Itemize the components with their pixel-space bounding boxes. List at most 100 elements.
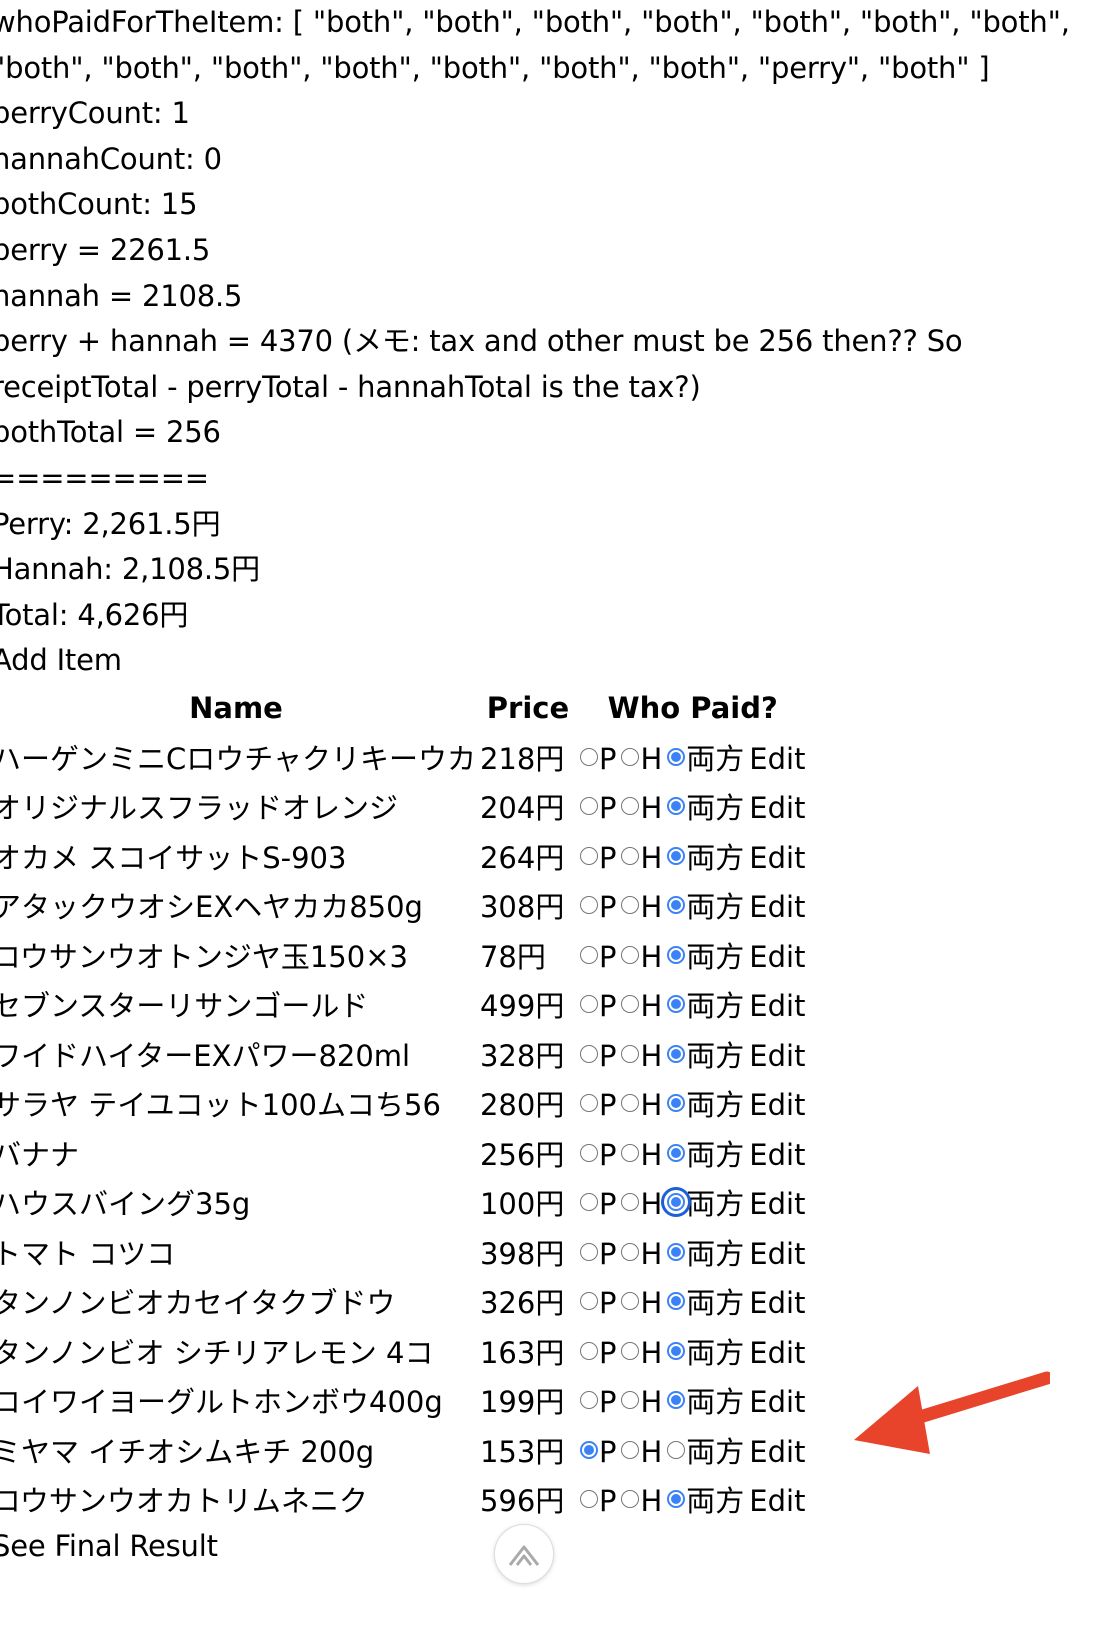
price-column-header: Price [486, 690, 570, 725]
radio-hannah[interactable] [621, 945, 640, 964]
radio-hannah[interactable] [621, 1440, 640, 1459]
radio-label-hannah: H [640, 1434, 663, 1469]
radio-perry[interactable] [579, 896, 598, 915]
radio-label-hannah: H [640, 989, 663, 1024]
summary-total: Total: 4,626円 [0, 597, 189, 632]
edit-button[interactable]: Edit [749, 989, 805, 1023]
radio-both[interactable] [667, 945, 686, 964]
radio-both[interactable] [667, 1044, 686, 1063]
radio-both[interactable] [667, 747, 686, 766]
radio-hannah[interactable] [621, 797, 640, 816]
radio-label-hannah: H [640, 1187, 663, 1222]
radio-perry[interactable] [579, 1143, 598, 1162]
radio-perry[interactable] [579, 1490, 598, 1509]
radio-both[interactable] [667, 1341, 686, 1360]
edit-button[interactable]: Edit [749, 1187, 805, 1221]
add-item-button[interactable]: Add Item [0, 638, 1102, 684]
item-name: セブンスターリサンゴールド [0, 989, 369, 1024]
radio-both[interactable] [667, 995, 686, 1014]
edit-button[interactable]: Edit [749, 1088, 805, 1122]
radio-both[interactable] [667, 1490, 686, 1509]
radio-both[interactable] [667, 1391, 686, 1410]
radio-hannah[interactable] [621, 1094, 640, 1113]
debug-separator: ========= [0, 460, 209, 495]
radio-both[interactable] [667, 896, 686, 915]
radio-label-both: 両方 [686, 840, 745, 875]
radio-both[interactable] [667, 1193, 686, 1212]
debug-who-paid-line-1: whoPaidForTheItem: [ "both", "both", "bo… [0, 5, 1070, 39]
edit-button[interactable]: Edit [749, 1237, 805, 1271]
radio-both[interactable] [667, 846, 686, 865]
radio-hannah[interactable] [621, 995, 640, 1014]
radio-perry[interactable] [579, 945, 598, 964]
edit-button[interactable]: Edit [749, 791, 805, 825]
radio-perry[interactable] [579, 747, 598, 766]
radio-perry[interactable] [579, 1391, 598, 1410]
radio-label-hannah: H [640, 791, 663, 826]
radio-hannah[interactable] [621, 846, 640, 865]
radio-hannah[interactable] [621, 747, 640, 766]
radio-label-both: 両方 [686, 1434, 745, 1469]
edit-button[interactable]: Edit [749, 940, 805, 974]
table-header-row: Name Price Who Paid? [0, 684, 809, 732]
item-price: 499円 [479, 989, 565, 1024]
item-name: オリジナルスフラッドオレンジ [0, 791, 399, 826]
radio-label-both: 両方 [686, 1286, 745, 1321]
edit-button[interactable]: Edit [749, 1039, 805, 1073]
radio-both[interactable] [667, 1440, 686, 1459]
edit-button[interactable]: Edit [749, 1336, 805, 1370]
radio-hannah[interactable] [621, 1044, 640, 1063]
radio-hannah[interactable] [621, 1391, 640, 1410]
radio-perry[interactable] [579, 846, 598, 865]
radio-perry[interactable] [579, 1044, 598, 1063]
edit-button[interactable]: Edit [749, 1435, 805, 1469]
radio-perry[interactable] [579, 1193, 598, 1212]
item-price: 398円 [479, 1236, 565, 1271]
radio-both[interactable] [667, 1094, 686, 1113]
items-table-body: ハーゲンミニCロウチャクリキーウカ 218円 P H 両方 Edit オリジナルスフラッドオ… [0, 732, 809, 1524]
radio-both[interactable] [667, 1143, 686, 1162]
radio-hannah[interactable] [621, 1292, 640, 1311]
radio-label-perry: P [598, 741, 617, 776]
debug-hannah-total: hannah = 2108.5 [0, 278, 243, 313]
radio-both[interactable] [667, 1242, 686, 1261]
edit-button[interactable]: Edit [749, 742, 805, 776]
radio-hannah[interactable] [621, 1490, 640, 1509]
item-price: 308円 [479, 890, 565, 925]
edit-button[interactable]: Edit [749, 1385, 805, 1419]
who-paid-cell: P H 両方 Edit [576, 1474, 810, 1524]
edit-button[interactable]: Edit [749, 1484, 805, 1518]
radio-label-both: 両方 [686, 939, 745, 974]
item-price: 199円 [479, 1385, 565, 1420]
radio-hannah[interactable] [621, 1143, 640, 1162]
edit-button[interactable]: Edit [749, 890, 805, 924]
radio-perry[interactable] [579, 1094, 598, 1113]
radio-perry[interactable] [579, 1341, 598, 1360]
radio-label-perry: P [598, 1088, 617, 1123]
who-paid-cell: P H 両方 Edit [576, 1227, 810, 1277]
radio-both[interactable] [667, 1292, 686, 1311]
radio-label-both: 両方 [686, 1088, 745, 1123]
summary-perry: Perry: 2,261.5円 [0, 506, 221, 541]
radio-label-hannah: H [640, 840, 663, 875]
edit-button[interactable]: Edit [749, 841, 805, 875]
who-paid-cell: P H 両方 Edit [576, 1375, 810, 1425]
radio-perry[interactable] [579, 1440, 598, 1459]
radio-perry[interactable] [579, 995, 598, 1014]
radio-label-both: 両方 [686, 1236, 745, 1271]
radio-label-hannah: H [640, 1137, 663, 1172]
radio-hannah[interactable] [621, 1193, 640, 1212]
radio-perry[interactable] [579, 1292, 598, 1311]
radio-label-perry: P [598, 840, 617, 875]
edit-button[interactable]: Edit [749, 1138, 805, 1172]
edit-button[interactable]: Edit [749, 1286, 805, 1320]
radio-both[interactable] [667, 797, 686, 816]
who-paid-cell: P H 両方 Edit [576, 930, 810, 980]
radio-perry[interactable] [579, 1242, 598, 1261]
radio-hannah[interactable] [621, 1341, 640, 1360]
radio-hannah[interactable] [621, 896, 640, 915]
radio-perry[interactable] [579, 797, 598, 816]
who-paid-cell: P H 両方 Edit [576, 732, 810, 782]
radio-hannah[interactable] [621, 1242, 640, 1261]
scroll-top-button[interactable] [494, 1524, 554, 1584]
